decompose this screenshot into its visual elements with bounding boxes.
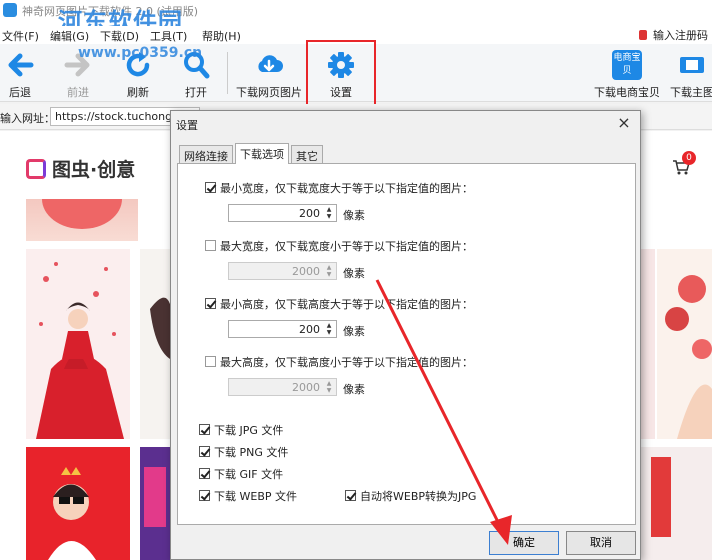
min-width-checkbox[interactable] — [205, 182, 216, 193]
image-thumbnail[interactable] — [26, 447, 130, 560]
spin-arrows-icon[interactable]: ▲ ▼ — [324, 380, 334, 394]
goddess-day-poster-art — [48, 467, 96, 560]
ecommerce-button[interactable]: 电商宝贝 下载电商宝贝 — [592, 44, 662, 102]
ecommerce-icon: 电商宝贝 — [612, 50, 642, 80]
png-option[interactable]: 下载 PNG 文件 — [199, 444, 288, 460]
max-height-checkbox[interactable] — [205, 356, 216, 367]
register-link[interactable]: 输入注册码 — [639, 27, 708, 43]
tab-network[interactable]: 网络连接 — [179, 145, 233, 163]
webp-convert-checkbox[interactable] — [345, 490, 356, 501]
max-width-label: 最大宽度，仅下载宽度小于等于以下指定值的图片： — [220, 240, 473, 253]
min-width-unit: 像素 — [343, 209, 365, 222]
thumbnail-art — [150, 297, 170, 359]
max-height-stepper[interactable]: 2000 ▲ ▼ — [228, 378, 337, 396]
image-thumbnail[interactable] — [26, 249, 130, 439]
min-height-option[interactable]: 最小高度，仅下载高度大于等于以下指定值的图片： — [205, 296, 473, 312]
max-height-label: 最大高度，仅下载高度小于等于以下指定值的图片： — [220, 356, 473, 369]
min-width-label: 最小宽度，仅下载宽度大于等于以下指定值的图片： — [220, 182, 473, 195]
min-height-label: 最小高度，仅下载高度大于等于以下指定值的图片： — [220, 298, 473, 311]
settings-dialog: 设置 × 网络连接 下载选项 其它 最小宽度，仅下载宽度大于等于以下指定值的图片… — [170, 110, 641, 560]
floral-hair-art — [665, 275, 712, 439]
ecommerce-label: 下载电商宝贝 — [594, 86, 660, 99]
min-height-stepper[interactable]: 200 ▲ ▼ — [228, 320, 337, 338]
min-height-value: 200 — [299, 323, 320, 336]
menu-help[interactable]: 帮助(H) — [202, 28, 241, 44]
thumbnail-art — [42, 199, 122, 229]
max-width-checkbox[interactable] — [205, 240, 216, 251]
png-label: 下载 PNG 文件 — [214, 446, 289, 459]
app-icon — [3, 3, 17, 17]
tab-other[interactable]: 其它 — [291, 145, 323, 163]
image-thumbnail[interactable] — [641, 447, 712, 560]
max-height-value: 2000 — [292, 381, 320, 394]
image-thumbnail[interactable] — [657, 249, 712, 439]
toolbar-separator — [227, 52, 228, 94]
gif-checkbox[interactable] — [199, 468, 210, 479]
min-height-checkbox[interactable] — [205, 298, 216, 309]
download-images-label: 下载网页图片 — [236, 86, 302, 99]
max-width-option[interactable]: 最大宽度，仅下载宽度小于等于以下指定值的图片： — [205, 238, 473, 254]
png-checkbox[interactable] — [199, 446, 210, 457]
close-icon[interactable]: × — [614, 113, 634, 133]
min-width-value: 200 — [299, 207, 320, 220]
webp-checkbox[interactable] — [199, 490, 210, 501]
film-icon — [680, 57, 704, 73]
image-thumbnail[interactable] — [140, 249, 170, 439]
image-thumbnail[interactable] — [26, 199, 138, 241]
spin-arrows-icon[interactable]: ▲ ▼ — [324, 206, 334, 220]
dialog-title: 设置 — [176, 119, 198, 132]
woman-red-dress-art — [36, 262, 124, 439]
back-arrow-icon — [8, 53, 34, 77]
main-image-button[interactable]: 下载主图 — [662, 44, 712, 102]
menu-edit[interactable]: 编辑(G) — [50, 28, 89, 44]
address-label: 输入网址： — [0, 112, 55, 125]
download-images-button[interactable]: 下载网页图片 — [234, 44, 304, 102]
min-height-unit: 像素 — [343, 325, 365, 338]
refresh-label: 刷新 — [127, 86, 149, 99]
tab-download-options[interactable]: 下载选项 — [235, 143, 289, 164]
open-label: 打开 — [185, 86, 207, 99]
spin-arrows-icon[interactable]: ▲ ▼ — [324, 264, 334, 278]
webp-option[interactable]: 下载 WEBP 文件 — [199, 488, 297, 504]
webp-label: 下载 WEBP 文件 — [214, 490, 297, 503]
min-width-option[interactable]: 最小宽度，仅下载宽度大于等于以下指定值的图片： — [205, 180, 473, 196]
jpg-label: 下载 JPG 文件 — [214, 424, 284, 437]
thumbnail-art — [651, 457, 671, 537]
register-label: 输入注册码 — [653, 29, 708, 42]
lock-icon — [639, 30, 647, 40]
back-label: 后退 — [9, 86, 31, 99]
menu-tools[interactable]: 工具(T) — [150, 28, 187, 44]
logo-mark-icon — [26, 159, 46, 179]
cart-badge: 0 — [682, 151, 696, 165]
gif-option[interactable]: 下载 GIF 文件 — [199, 466, 283, 482]
max-width-stepper[interactable]: 2000 ▲ ▼ — [228, 262, 337, 280]
back-button[interactable]: 后退 — [0, 44, 50, 102]
cancel-button[interactable]: 取消 — [566, 531, 636, 555]
max-width-unit: 像素 — [343, 267, 365, 280]
gif-label: 下载 GIF 文件 — [214, 468, 284, 481]
image-thumbnail[interactable] — [140, 447, 170, 560]
download-options-panel: 最小宽度，仅下载宽度大于等于以下指定值的图片： 200 ▲ ▼ 像素 最大宽度，仅… — [177, 163, 636, 525]
watermark-url: www.pc0359.cn — [78, 45, 203, 61]
menu-download[interactable]: 下载(D) — [100, 28, 139, 44]
webp-convert-option[interactable]: 自动将WEBP转换为JPG — [345, 488, 476, 504]
site-logo[interactable]: 图虫·创意 — [26, 155, 135, 182]
cloud-download-icon — [258, 55, 283, 72]
forward-label: 前进 — [67, 86, 89, 99]
thumbnail-art — [144, 467, 166, 527]
image-thumbnail[interactable] — [641, 249, 655, 439]
jpg-checkbox[interactable] — [199, 424, 210, 435]
max-height-option[interactable]: 最大高度，仅下载高度小于等于以下指定值的图片： — [205, 354, 473, 370]
logo-text: 图虫·创意 — [52, 159, 136, 181]
ok-button[interactable]: 确定 — [489, 531, 559, 555]
spin-arrows-icon[interactable]: ▲ ▼ — [324, 322, 334, 336]
cart-button[interactable]: 0 — [672, 151, 696, 178]
max-width-value: 2000 — [292, 265, 320, 278]
menu-file[interactable]: 文件(F) — [2, 28, 39, 44]
max-height-unit: 像素 — [343, 383, 365, 396]
jpg-option[interactable]: 下载 JPG 文件 — [199, 422, 283, 438]
min-width-stepper[interactable]: 200 ▲ ▼ — [228, 204, 337, 222]
main-image-label: 下载主图 — [670, 86, 712, 99]
webp-convert-label: 自动将WEBP转换为JPG — [360, 490, 477, 503]
